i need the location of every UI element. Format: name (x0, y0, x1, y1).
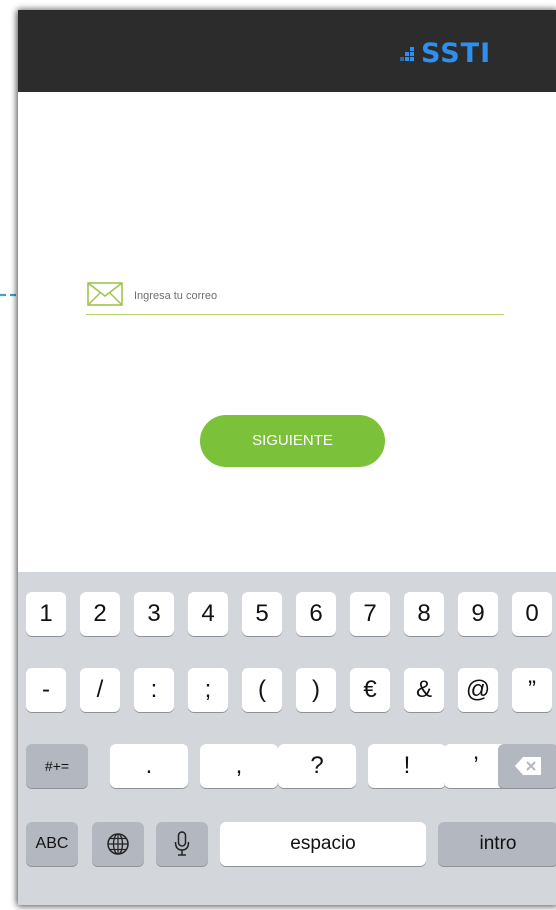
mail-icon (87, 282, 123, 306)
app-header: SSTI (18, 10, 556, 92)
key-0[interactable]: 0 (512, 592, 552, 636)
backspace-icon (515, 757, 541, 775)
next-button[interactable]: SIGUIENTE (200, 415, 385, 467)
key-9[interactable]: 9 (458, 592, 498, 636)
key-hyphen[interactable]: - (26, 668, 66, 712)
phone-screen: SSTI SIGUIENTE 1 2 3 4 5 6 7 8 9 0 - / :… (18, 10, 556, 905)
key-abc[interactable]: ABC (26, 822, 78, 866)
globe-key[interactable] (92, 822, 144, 866)
key-period[interactable]: . (110, 744, 188, 788)
microphone-icon (174, 831, 190, 856)
space-key[interactable]: espacio (220, 822, 426, 866)
backspace-key[interactable] (498, 744, 556, 788)
key-slash[interactable]: / (80, 668, 120, 712)
key-at[interactable]: @ (458, 668, 498, 712)
key-1[interactable]: 1 (26, 592, 66, 636)
ssti-logo: SSTI (398, 38, 491, 70)
key-open-paren[interactable]: ( (242, 668, 282, 712)
microphone-key[interactable] (156, 822, 208, 866)
return-key[interactable]: intro (438, 822, 556, 866)
logo-text: SSTI (421, 38, 492, 69)
key-semicolon[interactable]: ; (188, 668, 228, 712)
key-question[interactable]: ? (278, 744, 356, 788)
key-5[interactable]: 5 (242, 592, 282, 636)
key-colon[interactable]: : (134, 668, 174, 712)
key-4[interactable]: 4 (188, 592, 228, 636)
key-7[interactable]: 7 (350, 592, 390, 636)
globe-icon (107, 833, 129, 855)
key-exclamation[interactable]: ! (368, 744, 446, 788)
key-symbols-toggle[interactable]: #+= (26, 744, 88, 788)
key-8[interactable]: 8 (404, 592, 444, 636)
key-quote[interactable]: ” (512, 668, 552, 712)
logo-dots-icon (400, 47, 414, 61)
email-input[interactable] (134, 286, 474, 306)
key-3[interactable]: 3 (134, 592, 174, 636)
key-euro[interactable]: € (350, 668, 390, 712)
numeric-keyboard: 1 2 3 4 5 6 7 8 9 0 - / : ; ( ) € & @ ” … (18, 572, 556, 905)
key-comma[interactable]: , (200, 744, 278, 788)
key-ampersand[interactable]: & (404, 668, 444, 712)
email-field-row (86, 278, 504, 315)
key-6[interactable]: 6 (296, 592, 336, 636)
key-2[interactable]: 2 (80, 592, 120, 636)
key-close-paren[interactable]: ) (296, 668, 336, 712)
